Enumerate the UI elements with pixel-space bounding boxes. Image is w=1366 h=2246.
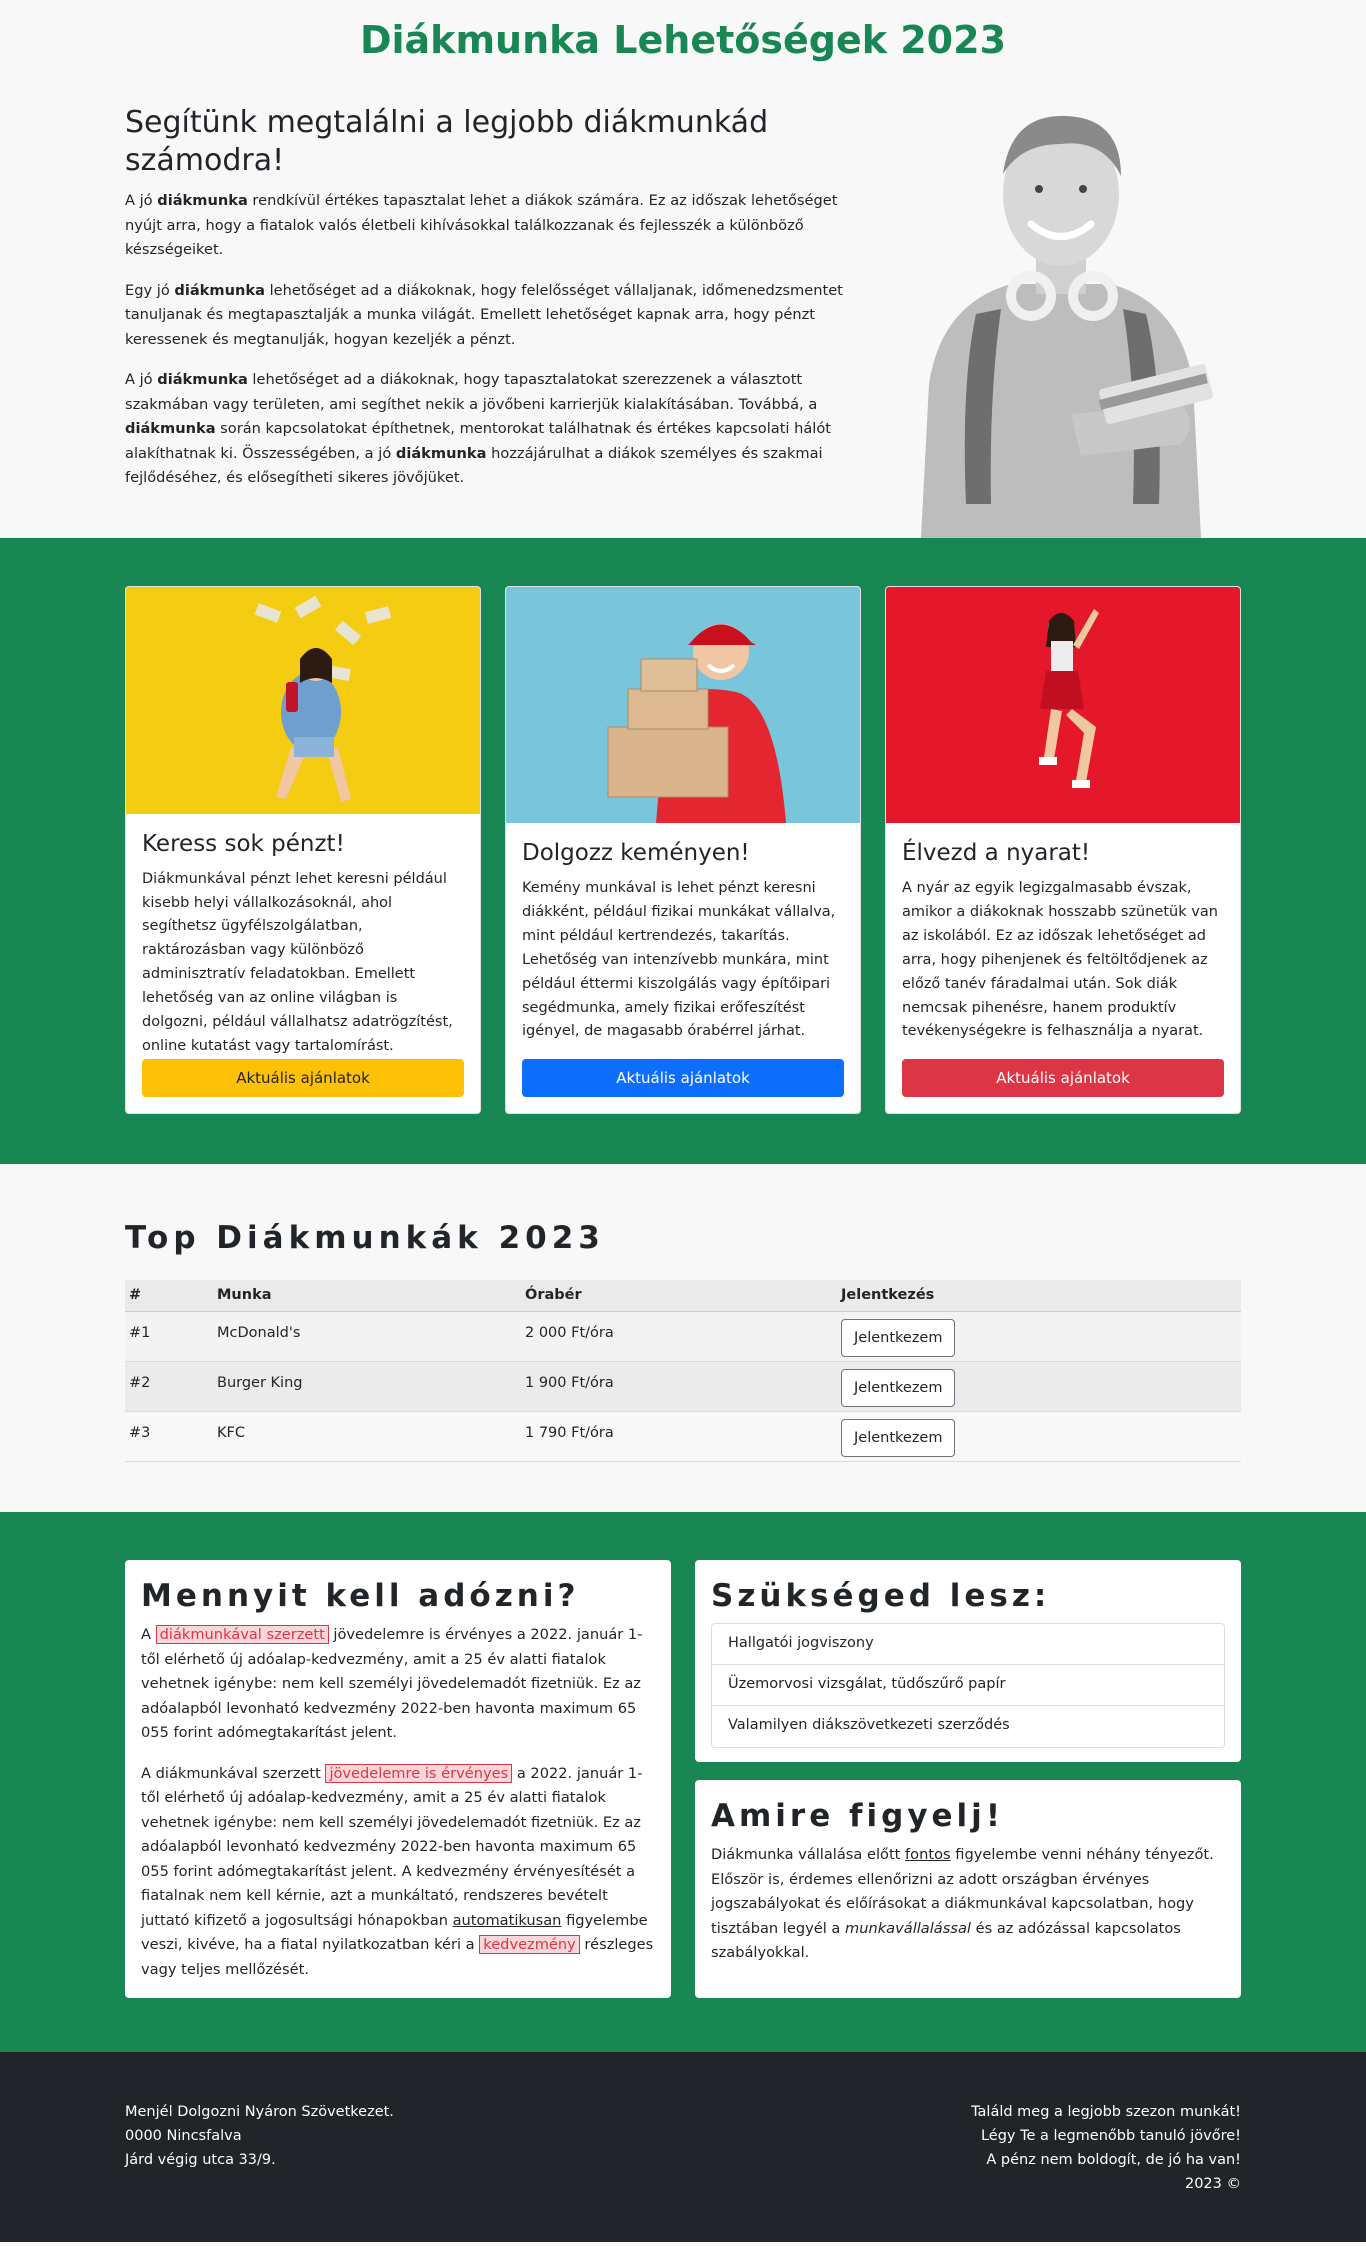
col-header: #	[125, 1279, 213, 1313]
underlined-term: automatikusan	[452, 1911, 562, 1929]
underlined-term: fontos	[905, 1846, 951, 1864]
wage-cell: 1 790 Ft/óra	[521, 1411, 837, 1463]
tax-paragraph: A diákmunkával szerzett jövedelemre is é…	[141, 1625, 643, 1742]
watch-heading: Amire figyelj!	[711, 1798, 1004, 1834]
needs-list: Hallgatói jogviszony Üzemorvosi vizsgála…	[711, 1623, 1225, 1749]
wage-cell: 2 000 Ft/óra	[521, 1311, 837, 1363]
footer-line: Légy Te a legmenőbb tanuló jövőre!	[980, 2128, 1241, 2145]
card-text: Diákmunkával pénzt lehet keresni például…	[142, 870, 453, 1055]
footer-line: 0000 Nincsfalva	[125, 2128, 242, 2145]
card-photo-summer	[886, 587, 1240, 823]
intro-paragraph: A jó diákmunka lehetőséget ad a diákokna…	[125, 371, 832, 487]
card-title: Keress sok pénzt!	[142, 830, 345, 857]
card-title: Élvezd a nyarat!	[902, 840, 1091, 866]
bold-term: diákmunka	[157, 371, 248, 389]
top-jobs-table: # Munka Órabér Jelentkezés #1 McDonald's…	[125, 1279, 1241, 1463]
highlighted-term: jövedelemre is érvényes	[325, 1763, 513, 1783]
apply-button[interactable]: Jelentkezem	[841, 1319, 956, 1358]
table-row: #2 Burger King 1 900 Ft/óra Jelentkezem	[125, 1361, 1241, 1413]
list-item: Valamilyen diákszövetkezeti szerződés	[728, 1717, 1010, 1734]
card-photo-boxes	[506, 587, 860, 823]
top-jobs-heading: Top Diákmunkák 2023	[125, 1220, 605, 1256]
highlighted-term: diákmunkával szerzett	[155, 1625, 329, 1645]
intro-paragraph: Egy jó diákmunka lehetőséget ad a diákok…	[125, 281, 843, 348]
card-title: Dolgozz keményen!	[522, 840, 750, 866]
hero-student-photo	[921, 115, 1213, 538]
top-jobs-section: Top Diákmunkák 2023 # Munka Órabér Jelen…	[125, 1164, 1241, 1512]
col-header: Munka	[213, 1279, 521, 1313]
cards-section: Keress sok pénzt! Diákmunkával pénzt leh…	[0, 538, 1366, 1164]
list-item: Hallgatói jogviszony	[712, 1624, 1224, 1666]
card-text: Kemény munkával is lehet pénzt keresni d…	[522, 879, 836, 1040]
tax-heading: Mennyit kell adózni?	[141, 1578, 580, 1614]
card-text: A nyár az egyik legizgalmasabb évszak, a…	[902, 879, 1218, 1040]
footer-address: Menjél Dolgozni Nyáron Szövetkezet. 0000…	[125, 2100, 394, 2196]
tax-panel: Mennyit kell adózni? A diákmunkával szer…	[125, 1560, 671, 1998]
list-item: Üzemorvosi vizsgálat, tüdőszűrő papír	[712, 1665, 1224, 1707]
current-offers-button[interactable]: Aktuális ajánlatok	[142, 1059, 464, 1097]
bold-term: diákmunka	[395, 444, 487, 462]
card-hard-work: Dolgozz keményen! Kemény munkával is leh…	[505, 586, 861, 1114]
needs-panel: Szükséged lesz: Hallgatói jogviszony Üze…	[695, 1560, 1241, 1762]
footer-line: Menjél Dolgozni Nyáron Szövetkezet.	[125, 2104, 394, 2120]
footer-line: A pénz nem boldogít, de jó ha van!	[986, 2152, 1241, 2169]
card-money: Keress sok pénzt! Diákmunkával pénzt leh…	[125, 586, 481, 1114]
footer: Menjél Dolgozni Nyáron Szövetkezet. 0000…	[0, 2052, 1366, 2242]
delivery-man-icon	[607, 624, 786, 823]
footer-line: Találd meg a legjobb szezon munkát!	[971, 2104, 1241, 2120]
job-cell: KFC	[213, 1411, 521, 1463]
intro-heading: Segítünk megtalálni a legjobb diákmunkád…	[125, 105, 769, 178]
watch-panel: Amire figyelj! Diákmunka vállalása előtt…	[695, 1780, 1241, 1998]
wage-cell: 1 900 Ft/óra	[521, 1361, 837, 1413]
bold-term: diákmunka	[157, 192, 248, 209]
footer-slogans: Találd meg a legjobb szezon munkát! Légy…	[971, 2100, 1241, 2196]
tax-paragraph: A diákmunkával szerzett jövedelemre is é…	[141, 1763, 654, 1978]
rank-cell: #2	[125, 1361, 213, 1413]
highlighted-term: kedvezmény	[479, 1935, 580, 1955]
page-title: Diákmunka Lehetőségek 2023	[359, 18, 1007, 62]
table-row: #3 KFC 1 790 Ft/óra Jelentkezem	[125, 1411, 1241, 1463]
footer-line: 2023 ©	[1184, 2176, 1241, 2193]
col-header: Órabér	[521, 1279, 837, 1313]
money-woman-icon	[254, 595, 392, 802]
needs-heading: Szükséged lesz:	[711, 1578, 1051, 1614]
page-header: Diákmunka Lehetőségek 2023	[0, 0, 1366, 84]
job-cell: McDonald's	[213, 1311, 521, 1363]
table-row: #1 McDonald's 2 000 Ft/óra Jelentkezem	[125, 1311, 1241, 1363]
card-summer: Élvezd a nyarat! A nyár az egyik legizga…	[885, 586, 1241, 1114]
bold-term: diákmunka	[174, 281, 265, 299]
footer-line: Járd végig utca 33/9.	[125, 2152, 276, 2169]
current-offers-button[interactable]: Aktuális ajánlatok	[522, 1059, 844, 1097]
rank-cell: #1	[125, 1311, 213, 1363]
col-header: Jelentkezés	[837, 1279, 1241, 1313]
apply-button[interactable]: Jelentkezem	[841, 1369, 956, 1408]
italic-term: munkavállalással	[845, 1919, 971, 1937]
current-offers-button[interactable]: Aktuális ajánlatok	[902, 1059, 1224, 1097]
watch-paragraph: Diákmunka vállalása előtt fontos figyele…	[711, 1846, 1214, 1962]
card-photo-money	[126, 587, 480, 814]
intro-text: Segítünk megtalálni a legjobb diákmunkád…	[125, 84, 865, 491]
info-section: Mennyit kell adózni? A diákmunkával szer…	[0, 1512, 1366, 2052]
rank-cell: #3	[125, 1411, 213, 1463]
intro-section: Segítünk megtalálni a legjobb diákmunkád…	[125, 84, 1241, 538]
job-cell: Burger King	[213, 1361, 521, 1413]
intro-paragraph: A jó diákmunka rendkívül értékes tapaszt…	[125, 192, 838, 259]
bold-term: diákmunka	[125, 420, 216, 438]
jumping-woman-icon	[1039, 609, 1099, 788]
apply-button[interactable]: Jelentkezem	[841, 1419, 956, 1458]
